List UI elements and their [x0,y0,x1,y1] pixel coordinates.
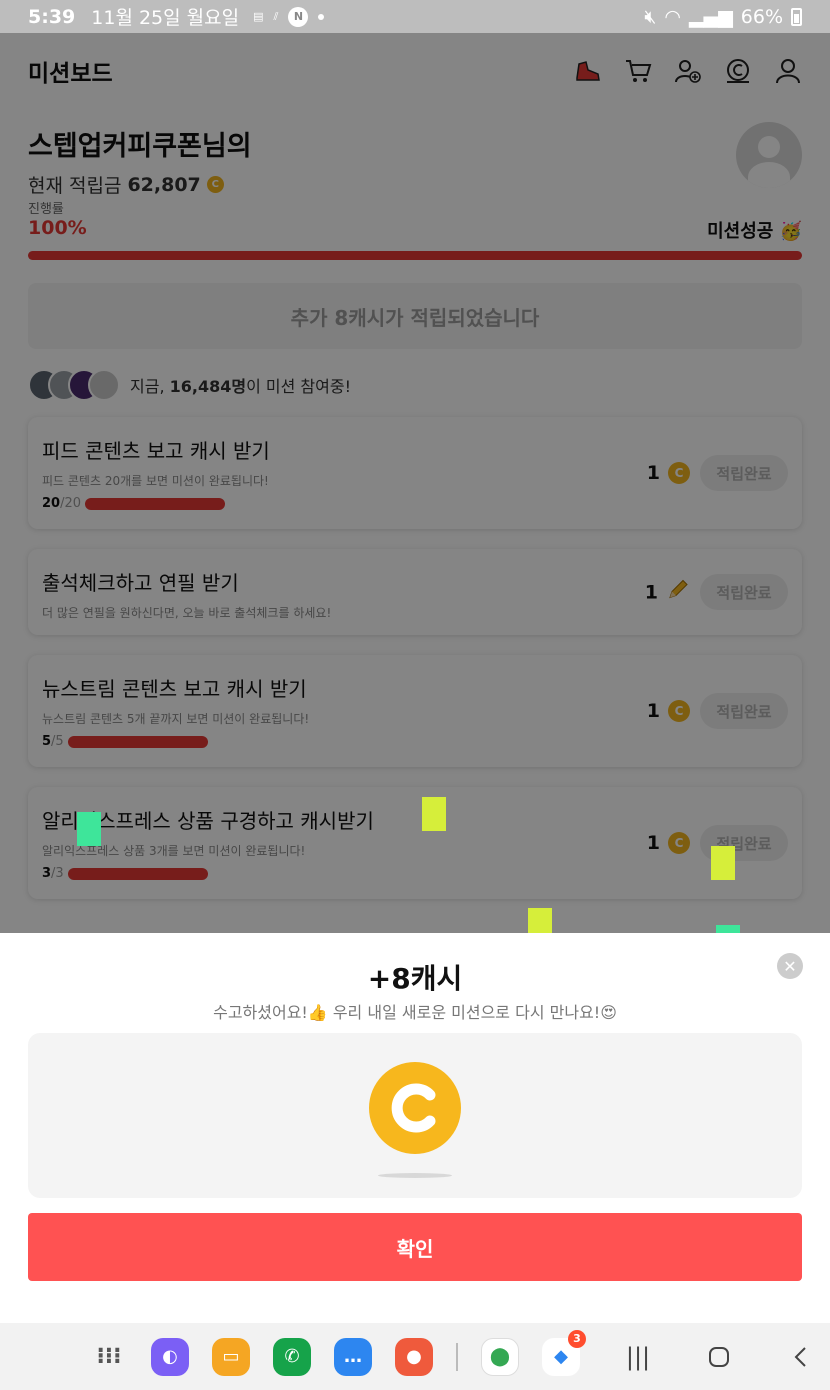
reward-illustration [28,1033,802,1198]
wifi-icon: ◠ [664,5,681,28]
home-icon[interactable] [700,1338,738,1376]
confetti-piece [528,908,552,934]
sheet-title: +8캐시 [367,962,463,995]
confetti-piece [711,846,735,880]
dock-divider [456,1342,458,1371]
chat-badge: 3 [568,1329,586,1348]
reward-bottom-sheet: ✕ +8캐시 수고하셨어요!👍 우리 내일 새로운 미션으로 다시 만나요!😍 … [0,933,830,1323]
battery-label: 66% [740,5,783,28]
confetti-piece [422,797,446,831]
coin-shadow [378,1173,452,1178]
recent-apps-icon[interactable]: ||| [619,1338,657,1376]
signal-icon: ▂▄▆ [688,5,733,28]
apps-grid-icon[interactable]: ⁝⁝⁝ [90,1338,128,1376]
naver-icon: N [288,6,309,27]
big-coin-icon [369,1061,461,1154]
confirm-button[interactable]: 확인 [28,1213,802,1281]
back-icon[interactable] [781,1338,819,1376]
chat-icon[interactable]: ◆ 3 [542,1329,586,1376]
navigation-bar: ⁝⁝⁝ ◐ ▭ ✆ … ● ⬤ ◆ 3 ||| [0,1323,830,1390]
maps-icon[interactable]: ⬤ [481,1337,519,1376]
internet-icon[interactable]: ◐ [151,1337,189,1376]
status-time: 5:39 [28,5,76,28]
status-date: 11월 25일 월요일 [91,7,240,29]
signal-lines-icon: ⫽ [273,9,279,23]
sheet-subtitle: 수고하셨어요!👍 우리 내일 새로운 미션으로 다시 만나요!😍 [213,1003,617,1022]
phone-icon[interactable]: ✆ [273,1337,311,1376]
mute-icon: 🔇︎ [644,5,657,28]
contacts-icon[interactable]: ● [395,1337,433,1376]
cashfeed-icon: ▤ [253,10,264,23]
messages-icon[interactable]: … [334,1337,372,1376]
modal-backdrop[interactable] [0,33,830,933]
confetti-piece [77,812,101,846]
battery-icon [791,7,802,26]
notification-icons: ▤ ⫽ N [253,6,325,27]
status-bar: 5:39 11월 25일 월요일 ▤ ⫽ N 🔇︎ ◠ ▂▄▆ 66% [0,0,830,33]
more-dot-icon [318,13,325,20]
files-icon[interactable]: ▭ [212,1337,250,1376]
